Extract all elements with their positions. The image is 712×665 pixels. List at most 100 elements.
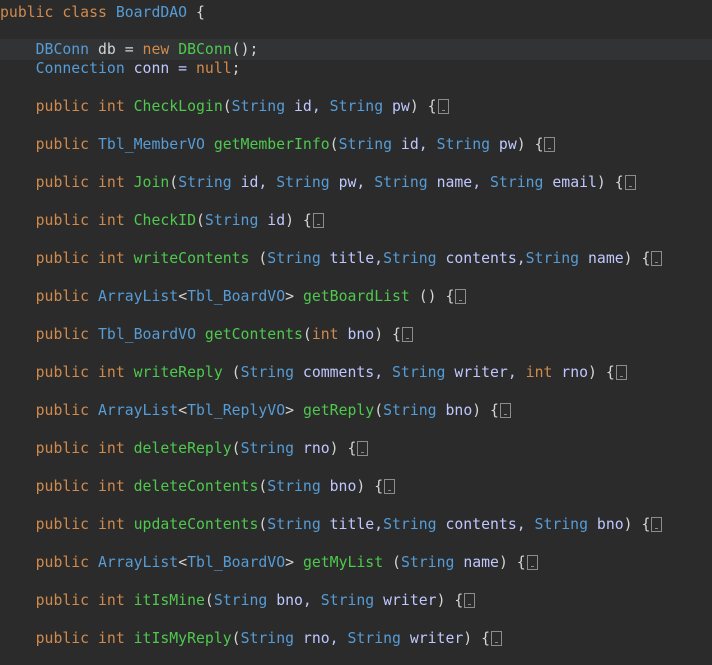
code-token: < bbox=[178, 554, 188, 571]
code-token: ) { bbox=[596, 174, 624, 191]
code-token: String bbox=[320, 592, 375, 609]
code-line-method-itismyreply[interactable]: public int itIsMyReply(String rno, Strin… bbox=[0, 629, 712, 648]
code-token: Tbl_BoardVO bbox=[187, 288, 286, 305]
code-line-method-getreply[interactable]: public ArrayList<Tbl_ReplyVO> getReply(S… bbox=[0, 401, 712, 420]
folded-region-icon[interactable] bbox=[615, 365, 627, 380]
folded-region-icon[interactable] bbox=[491, 631, 503, 646]
folded-region-icon[interactable] bbox=[624, 175, 636, 190]
code-token: itIsMyReply bbox=[133, 630, 232, 647]
code-token: ( bbox=[329, 136, 339, 153]
code-token: ( bbox=[258, 516, 268, 533]
code-token: String bbox=[392, 364, 446, 381]
code-token: Connection bbox=[35, 60, 125, 77]
code-token: < bbox=[178, 402, 188, 419]
code-token: getBoardList bbox=[302, 288, 410, 305]
code-token: DBConn bbox=[178, 41, 232, 58]
folded-region-icon[interactable] bbox=[526, 555, 538, 570]
code-token: String bbox=[231, 98, 286, 115]
folded-region-icon[interactable] bbox=[651, 517, 663, 532]
code-token: writer bbox=[400, 630, 464, 647]
code-line-method-getmylist[interactable]: public ArrayList<Tbl_BoardVO> getMyList … bbox=[0, 553, 712, 572]
code-line-class-declaration[interactable]: public class BoardDAO { bbox=[0, 3, 712, 22]
code-token: name bbox=[579, 250, 624, 267]
code-token: Tbl_BoardVO bbox=[98, 326, 196, 343]
code-token: getMemberInfo bbox=[213, 136, 330, 153]
code-line-field-conn[interactable]: Connection conn = null; bbox=[0, 59, 712, 78]
code-token: writeContents bbox=[133, 250, 250, 267]
code-token: public int bbox=[35, 592, 134, 609]
code-line-method-updatecontents[interactable]: public int updateContents(String title,S… bbox=[0, 515, 712, 534]
code-line-field-db[interactable]: DBConn db = new DBConn(); bbox=[0, 39, 712, 60]
folded-region-icon[interactable] bbox=[651, 251, 663, 266]
code-token: public int bbox=[35, 98, 134, 115]
code-token: ( bbox=[258, 478, 268, 495]
code-token: ) { bbox=[463, 630, 491, 647]
code-token: ArrayList bbox=[98, 288, 179, 305]
folded-region-icon[interactable] bbox=[499, 403, 511, 418]
code-token: ( bbox=[222, 98, 232, 115]
code-token: pw bbox=[490, 136, 517, 153]
code-token: CheckID bbox=[133, 212, 196, 229]
code-token: comments, bbox=[294, 364, 393, 381]
folded-region-icon[interactable] bbox=[384, 479, 396, 494]
code-token: ( bbox=[249, 250, 268, 267]
code-token: String bbox=[383, 250, 437, 267]
folded-region-icon[interactable] bbox=[455, 289, 467, 304]
code-token: getReply bbox=[302, 402, 375, 419]
folded-region-icon[interactable] bbox=[544, 137, 556, 152]
code-line-method-deletereply[interactable]: public int deleteReply(String rno) { bbox=[0, 439, 712, 458]
code-token: ) { bbox=[623, 250, 651, 267]
code-token: ) { bbox=[374, 326, 401, 343]
code-editor[interactable]: public class BoardDAO { DBConn db = new … bbox=[0, 0, 712, 665]
folded-region-icon[interactable] bbox=[464, 593, 476, 608]
code-token: (); bbox=[231, 41, 259, 58]
code-line-method-itismine[interactable]: public int itIsMine(String bno, String w… bbox=[0, 591, 712, 610]
code-token: title, bbox=[320, 516, 384, 533]
code-token: email bbox=[543, 174, 597, 191]
code-token: Tbl_BoardVO bbox=[187, 554, 286, 571]
code-token: db = bbox=[89, 41, 143, 58]
code-token: String bbox=[436, 136, 491, 153]
code-line-method-checklogin[interactable]: public int CheckLogin(String id, String … bbox=[0, 97, 712, 116]
code-token: rno bbox=[294, 440, 330, 457]
code-token: bno, bbox=[267, 592, 321, 609]
code-token: ) { bbox=[498, 554, 526, 571]
code-line-method-join[interactable]: public int Join(String id, String pw, St… bbox=[0, 173, 712, 192]
code-line-method-getmemberinfo[interactable]: public Tbl_MemberVO getMemberInfo(String… bbox=[0, 135, 712, 154]
code-token: contents, bbox=[436, 250, 526, 267]
code-token: writer, bbox=[445, 364, 526, 381]
code-line-method-checkid[interactable]: public int CheckID(String id) { bbox=[0, 211, 712, 230]
code-line-method-deletecontents[interactable]: public int deleteContents(String bno) { bbox=[0, 477, 712, 496]
code-line-method-writereply[interactable]: public int writeReply (String comments, … bbox=[0, 363, 712, 382]
code-token: ; bbox=[231, 60, 241, 77]
code-line-method-writecontents[interactable]: public int writeContents (String title,S… bbox=[0, 249, 712, 268]
code-token: id bbox=[258, 212, 286, 229]
code-token: String bbox=[383, 516, 437, 533]
code-token: { bbox=[187, 4, 205, 21]
folded-region-icon[interactable] bbox=[312, 213, 324, 228]
folded-region-icon[interactable] bbox=[401, 327, 413, 342]
code-token: public int bbox=[35, 250, 134, 267]
code-token: public bbox=[35, 554, 98, 571]
code-token: public int bbox=[35, 212, 134, 229]
code-line-method-getcontents[interactable]: public Tbl_BoardVO getContents(int bno) … bbox=[0, 325, 712, 344]
code-line-method-getboardlist[interactable]: public ArrayList<Tbl_BoardVO> getBoardLi… bbox=[0, 287, 712, 306]
folded-region-icon[interactable] bbox=[437, 99, 449, 114]
code-token: title, bbox=[320, 250, 384, 267]
folded-region-icon[interactable] bbox=[357, 441, 369, 456]
code-token: String bbox=[374, 174, 428, 191]
code-token: String bbox=[213, 592, 268, 609]
code-token: > bbox=[285, 288, 303, 305]
code-token: itIsMine bbox=[133, 592, 205, 609]
code-token: ArrayList bbox=[98, 402, 179, 419]
code-token: String bbox=[240, 440, 295, 457]
code-token: id, bbox=[392, 136, 437, 153]
code-token: String bbox=[383, 402, 437, 419]
code-token: String bbox=[267, 516, 321, 533]
code-token: < bbox=[178, 288, 188, 305]
